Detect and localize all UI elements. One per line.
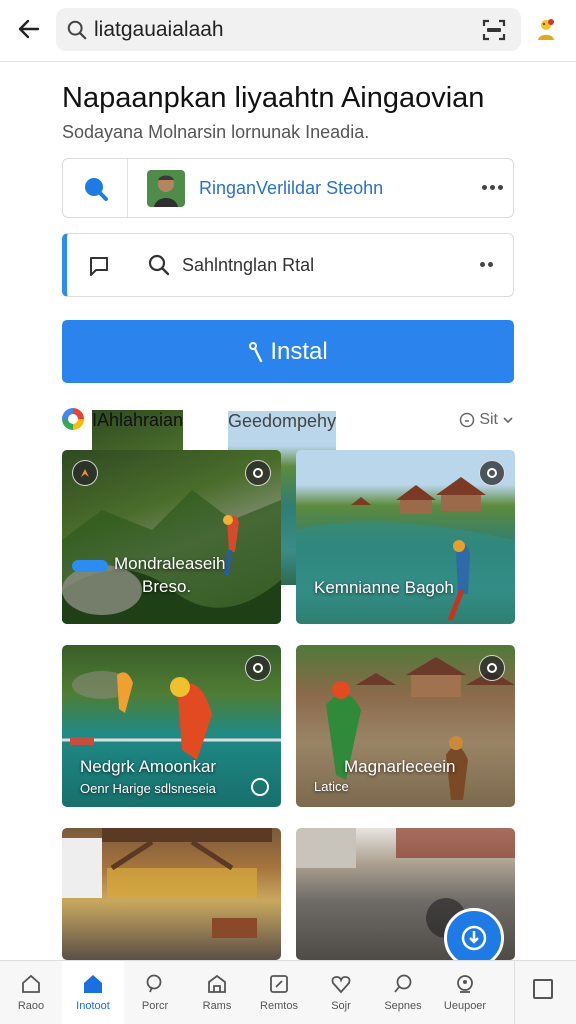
divider [514, 961, 515, 1024]
nav-item-search[interactable]: Porcr [124, 961, 186, 1024]
nav-label: Raoo [17, 1000, 45, 1012]
install-label: Instal [270, 337, 328, 365]
gallery-tile[interactable]: Nedgrk Amoonkar Oenr Harige sdlsneseia [62, 645, 281, 807]
chat-search-icon [394, 974, 412, 993]
top-bar [0, 0, 576, 62]
download-fab-icon[interactable] [444, 908, 504, 960]
nav-item-inotoot[interactable]: Inotoot [62, 961, 124, 1024]
nav-item-sojr[interactable]: Sojr [310, 961, 372, 1024]
nav-item-remtos[interactable]: Remtos [248, 961, 310, 1024]
search-bubble-icon [85, 178, 108, 201]
tool-icon [249, 341, 263, 362]
search-input[interactable] [94, 14, 474, 45]
sort-dropdown[interactable]: Sit [459, 411, 514, 429]
compass-icon [72, 460, 98, 486]
app-logo-icon [62, 408, 84, 430]
nav-label: Inotoot [76, 1000, 110, 1012]
market-hall-photo [62, 828, 272, 938]
nav-label: Sepnes [384, 1000, 422, 1012]
more-options-icon[interactable] [482, 185, 503, 190]
page-title: Napaanpkan liyaahtn Aingaovian [62, 82, 485, 114]
scan-icon[interactable] [481, 17, 507, 43]
bottom-nav: Raoo Inotoot Porcr Rams Remtos Sojr Sepn… [0, 960, 576, 1024]
search-box[interactable] [56, 8, 521, 51]
nav-label: Sojr [331, 1000, 351, 1012]
tile-subcaption: Latice [314, 779, 349, 794]
profile-icon [457, 975, 473, 993]
tile-caption: Mondraleaseih [114, 554, 226, 573]
store-icon [208, 974, 226, 993]
nav-item-profile[interactable]: Ueupoer [434, 961, 496, 1024]
home-filled-icon [84, 975, 102, 993]
profile-card[interactable]: RinganVerlildar Steohn [62, 158, 514, 218]
more-options-icon[interactable] [480, 262, 493, 267]
tile-caption: Nedgrk Amoonkar [80, 757, 217, 776]
gallery-tile[interactable]: Mondraleaseih Breso. [62, 450, 281, 624]
back-arrow-icon[interactable] [12, 12, 46, 46]
nav-item-home[interactable]: Raoo [0, 961, 62, 1024]
nav-label: Ueupoer [443, 1000, 487, 1012]
gear-icon[interactable] [479, 655, 505, 681]
profile-avatar-icon[interactable] [533, 16, 559, 42]
suggestion-label[interactable]: Sahlntnglan Rtal [182, 255, 314, 276]
gear-icon[interactable] [245, 655, 271, 681]
search-suggestion-card[interactable]: Sahlntnglan Rtal [62, 233, 514, 297]
sort-label: Sit [479, 411, 498, 428]
nav-label: Porcr [141, 1000, 169, 1012]
gear-icon[interactable] [245, 460, 271, 486]
recent-apps-icon[interactable] [533, 979, 553, 999]
search-icon [146, 974, 162, 993]
nav-item-rams[interactable]: Rams [186, 961, 248, 1024]
gallery-tile[interactable]: Magnarleceein Latice [296, 645, 515, 807]
nav-label: Rams [202, 1000, 232, 1012]
divider [127, 159, 128, 217]
page-subtitle: Sodayana Molnarsin lornunak Ineadia. [62, 122, 370, 142]
calendar-icon [270, 975, 288, 993]
search-icon [148, 254, 170, 276]
nav-item-sepnes[interactable]: Sepnes [372, 961, 434, 1024]
section-header: IAhlahraian Geedompehy Sit [62, 406, 514, 585]
profile-name[interactable]: RinganVerlildar Steohn [199, 178, 383, 199]
home-outline-icon [22, 974, 40, 993]
info-icon[interactable] [251, 778, 269, 796]
tile-subcaption: Oenr Harige sdlsneseia [80, 781, 216, 796]
tile-caption: Kemnianne Bagoh [314, 578, 454, 597]
clock-icon [460, 412, 475, 428]
avatar [147, 170, 185, 207]
status-badge [72, 560, 108, 572]
search-icon [67, 20, 87, 40]
gallery-tile[interactable]: Kemnianne Bagoh [296, 450, 515, 624]
heart-icon [331, 976, 351, 994]
nav-label: Remtos [260, 1000, 298, 1012]
tile-subcaption: Breso. [142, 577, 192, 596]
gallery-tile[interactable] [296, 828, 515, 960]
install-button[interactable]: Instal [62, 320, 514, 383]
gallery-tile[interactable] [62, 828, 281, 960]
chevron-down-icon [503, 417, 513, 424]
gear-icon[interactable] [479, 460, 505, 486]
tile-caption: Magnarleceein [344, 757, 456, 776]
chat-bubble-icon [90, 257, 108, 276]
